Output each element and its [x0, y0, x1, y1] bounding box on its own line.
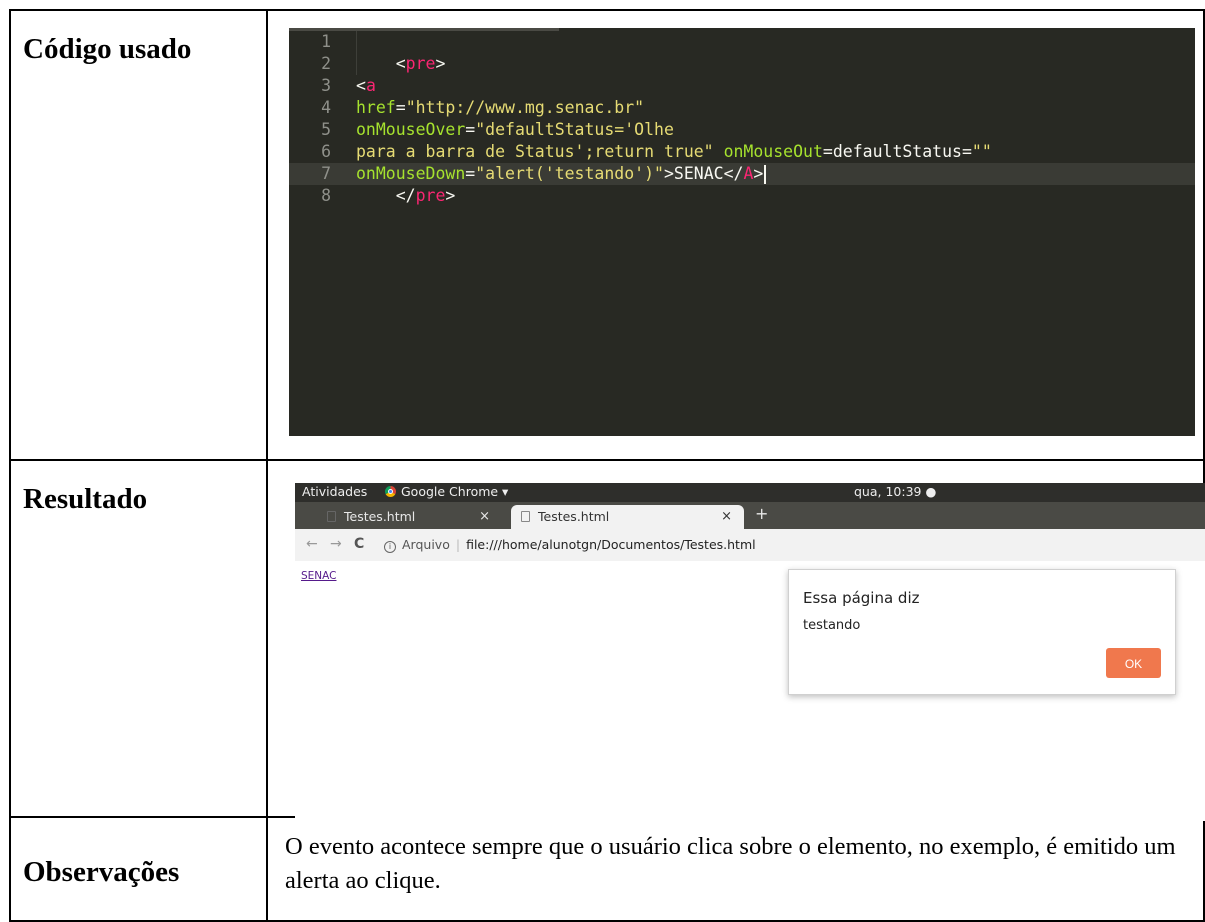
url-field[interactable]: i Arquivo | file:///home/alunotgn/Documento…	[384, 537, 756, 553]
text-cursor	[764, 165, 767, 184]
tab-title: Testes.html	[344, 509, 416, 524]
browser-screenshot: Atividades Google Chrome ▾ qua, 10:39 ● …	[295, 483, 1205, 821]
row-label-resultado: Resultado	[23, 483, 148, 515]
back-button[interactable]: ←	[306, 536, 318, 552]
code-text[interactable]: href="http://www.mg.senac.br"	[356, 97, 644, 119]
page-icon	[521, 511, 530, 522]
url-text: file:///home/alunotgn/Documentos/Testes.…	[466, 537, 756, 552]
tab-strip: Testes.html × Testes.html × +	[295, 502, 1205, 529]
line-number: 3	[321, 76, 331, 95]
code-text[interactable]: </pre>	[356, 185, 456, 207]
code-line: 6 para a barra de Status';return true" on…	[289, 141, 992, 163]
browser-tab-active[interactable]: Testes.html ×	[511, 505, 744, 529]
label-cell: Código usado	[11, 11, 268, 459]
info-icon[interactable]: i	[384, 541, 396, 553]
code-line: 1	[289, 31, 331, 53]
line-number: 8	[321, 186, 331, 205]
close-tab-icon[interactable]: ×	[479, 505, 490, 528]
line-number: 6	[321, 142, 331, 161]
code-line: 4 href="http://www.mg.senac.br"	[289, 97, 644, 119]
code-line: 3 <a	[289, 75, 376, 97]
line-number: 7	[321, 164, 331, 183]
line-number: 2	[321, 54, 331, 73]
new-tab-button[interactable]: +	[755, 504, 768, 523]
chrome-logo-icon	[385, 486, 396, 497]
document-table: Código usado 12 <pre> 3 <a 4 href="http://ww…	[9, 9, 1205, 922]
system-clock[interactable]: qua, 10:39 ●	[854, 484, 936, 499]
activities-button[interactable]: Atividades	[302, 484, 367, 499]
reload-button[interactable]: C	[354, 536, 364, 552]
origin-label: Arquivo	[402, 537, 450, 552]
alert-dialog: Essa página diz testando OK	[788, 569, 1176, 695]
code-text[interactable]: onMouseOver="defaultStatus='Olhe	[356, 119, 674, 141]
address-bar: ← → C i Arquivo | file:///home/alunotgn/Doc…	[295, 529, 1205, 562]
tab-title: Testes.html	[538, 509, 610, 524]
label-cell: Resultado	[11, 461, 268, 816]
page-icon	[327, 511, 336, 522]
ok-button[interactable]: OK	[1106, 648, 1161, 678]
content-cell: 12 <pre> 3 <a 4 href="http://www.mg.senac.br…	[270, 11, 1203, 459]
code-text[interactable]: <pre>	[356, 53, 446, 75]
code-editor-screenshot: 12 <pre> 3 <a 4 href="http://www.mg.senac.br…	[289, 28, 1195, 436]
app-menu[interactable]: Google Chrome ▾	[385, 484, 508, 499]
label-cell: Observações	[11, 818, 268, 920]
code-line: 2 <pre>	[289, 53, 445, 75]
code-text[interactable]: <a	[356, 75, 376, 97]
line-number: 4	[321, 98, 331, 117]
table-row-resultado: Resultado Atividades Google Chrome ▾ qua…	[11, 461, 1205, 821]
url-separator: |	[455, 537, 461, 552]
dialog-message: testando	[803, 618, 861, 633]
content-cell: O evento acontece sempre que o usuário c…	[270, 818, 1203, 920]
line-number: 5	[321, 120, 331, 139]
code-text[interactable]: para a barra de Status';return true" onM…	[356, 141, 992, 163]
content-cell: Atividades Google Chrome ▾ qua, 10:39 ● …	[270, 461, 1205, 821]
line-number: 1	[321, 32, 331, 51]
system-top-bar: Atividades Google Chrome ▾ qua, 10:39 ●	[295, 483, 1205, 502]
code-text[interactable]: onMouseDown="alert('testando')">SENAC</A…	[356, 163, 767, 185]
senac-link[interactable]: SENAC	[301, 570, 336, 582]
table-row-codigo: Código usado 12 <pre> 3 <a 4 href="http://ww…	[11, 11, 1203, 461]
code-line: 7 onMouseDown="alert('testando')">SENAC</…	[289, 163, 767, 185]
close-tab-icon[interactable]: ×	[721, 505, 732, 528]
observation-text: O evento acontece sempre que o usuário c…	[285, 833, 1176, 894]
row-label-codigo: Código usado	[23, 33, 192, 65]
app-menu-label: Google Chrome ▾	[401, 484, 509, 499]
code-line: 5 onMouseOver="defaultStatus='Olhe	[289, 119, 674, 141]
forward-button[interactable]: →	[330, 536, 342, 552]
row-label-observacoes: Observações	[23, 856, 180, 888]
table-row-observacoes: Observações O evento acontece sempre que…	[11, 818, 1203, 920]
code-line: 8 </pre>	[289, 185, 455, 207]
browser-tab-inactive[interactable]: Testes.html ×	[317, 505, 502, 529]
dialog-title: Essa página diz	[803, 589, 920, 607]
